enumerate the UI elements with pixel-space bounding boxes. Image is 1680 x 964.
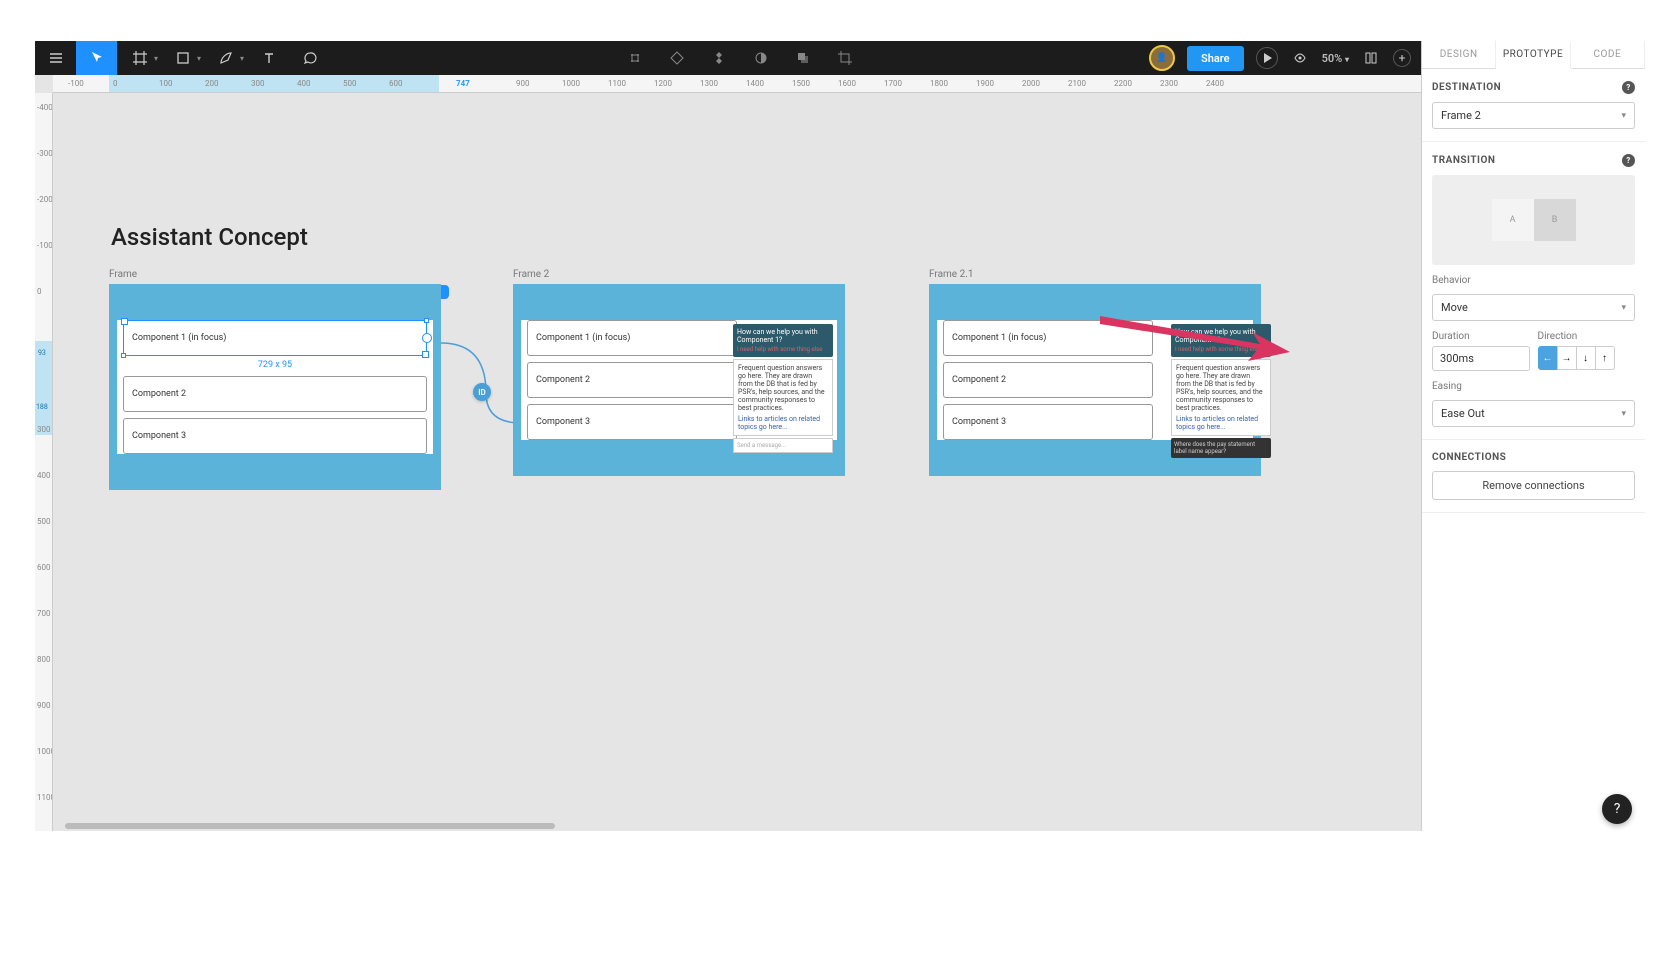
transition-preview: A B [1432,175,1635,265]
menu-button[interactable] [35,41,76,75]
frame-label: Frame [109,269,441,280]
frame-2-1[interactable]: Frame 2.1 Component 1 (in focus) Compone… [929,269,1261,476]
chat-body: Frequent question answers go here. They … [733,359,833,436]
chat-header: How can we help you with Component 1? I … [733,324,833,357]
component-1[interactable]: Component 1 (in focus) [527,320,737,356]
frame-tool[interactable] [119,41,160,75]
share-button[interactable]: Share [1187,46,1244,71]
destination-select[interactable]: Frame 2▾ [1432,102,1635,129]
component-1[interactable]: Component 1 (in focus) [123,320,427,356]
behavior-label: Behavior [1432,275,1635,286]
text-tool[interactable] [248,41,289,75]
tab-prototype[interactable]: PROTOTYPE [1496,42,1570,69]
component-3[interactable]: Component 3 [123,418,427,454]
behavior-select[interactable]: Move▾ [1432,294,1635,321]
help-fab[interactable]: ? [1602,794,1632,824]
frame-2[interactable]: Frame 2 Component 1 (in focus) Component… [513,269,845,476]
direction-left[interactable]: ← [1538,346,1558,370]
transition-heading: TRANSITION [1432,155,1495,166]
comment-tool[interactable] [289,41,330,75]
component-3[interactable]: Component 3 [527,404,737,440]
direction-label: Direction [1538,331,1636,342]
horizontal-scrollbar[interactable] [65,823,555,829]
horizontal-ruler[interactable]: -100 0 100 200 300 400 500 600 747 900 1… [53,75,1421,93]
duration-label: Duration [1432,331,1530,342]
contrast-tool[interactable] [749,41,773,75]
chat-body: Frequent question answers go here. They … [1171,359,1271,436]
direction-down[interactable]: ↓ [1576,346,1596,370]
chat-input[interactable]: Send a message... [733,438,833,453]
frame-1[interactable]: Frame Component 1 (in focus) 729 x 95 Co… [109,269,441,490]
rectangle-tool[interactable] [162,41,203,75]
user-avatar[interactable]: 👤 [1149,45,1175,71]
library-button[interactable] [1361,41,1381,75]
remove-connections-button[interactable]: Remove connections [1432,471,1635,500]
prototype-handle[interactable] [422,333,432,343]
annotation-arrow [1100,316,1290,361]
layers-tool[interactable] [791,41,815,75]
duration-input[interactable] [1432,346,1530,371]
view-button[interactable] [1290,41,1310,75]
component-2[interactable]: Component 2 [123,376,427,412]
destination-heading: DESTINATION [1432,82,1501,93]
mask-tool[interactable] [665,41,689,75]
interaction-badge[interactable]: ID [473,383,491,401]
canvas-title: Assistant Concept [111,223,308,251]
help-icon[interactable]: ? [1622,154,1635,167]
move-tool[interactable] [76,41,117,75]
union-tool[interactable] [707,41,731,75]
design-canvas[interactable]: Assistant Concept Frame Component 1 (in … [53,93,1421,831]
direction-group: ← → ↓ ↑ [1538,346,1636,370]
selection-dimensions: 729 x 95 [117,360,433,370]
component-2[interactable]: Component 2 [943,362,1153,398]
tab-design[interactable]: DESIGN [1422,41,1496,68]
chat-tooltip: Where does the pay statement label name … [1171,438,1271,458]
direction-right[interactable]: → [1557,346,1577,370]
properties-panel: DESIGN PROTOTYPE CODE DESTINATION ? Fram… [1421,41,1645,831]
current-x-marker: 747 [456,79,470,88]
main-toolbar: ▾ ▾ ▾ ▾ 👤 Share 50% ▾ + [35,41,1421,75]
play-button[interactable] [1256,47,1278,69]
tab-code[interactable]: CODE [1571,41,1645,68]
frame-label: Frame 2 [513,269,845,280]
component-tool[interactable] [623,41,647,75]
crop-tool[interactable] [833,41,857,75]
component-2[interactable]: Component 2 [527,362,737,398]
direction-up[interactable]: ↑ [1595,346,1615,370]
easing-label: Easing [1432,381,1635,392]
interaction-hotspot[interactable] [441,285,449,299]
pen-tool[interactable] [205,41,246,75]
add-button[interactable]: + [1393,49,1411,67]
component-3[interactable]: Component 3 [943,404,1153,440]
zoom-level[interactable]: 50% ▾ [1322,52,1349,65]
frame-label: Frame 2.1 [929,269,1261,280]
connections-heading: CONNECTIONS [1432,452,1506,463]
easing-select[interactable]: Ease Out▾ [1432,400,1635,427]
vertical-ruler[interactable]: 93 188 -400 -300 -200 -100 0 300 400 500… [35,93,53,831]
help-icon[interactable]: ? [1622,81,1635,94]
